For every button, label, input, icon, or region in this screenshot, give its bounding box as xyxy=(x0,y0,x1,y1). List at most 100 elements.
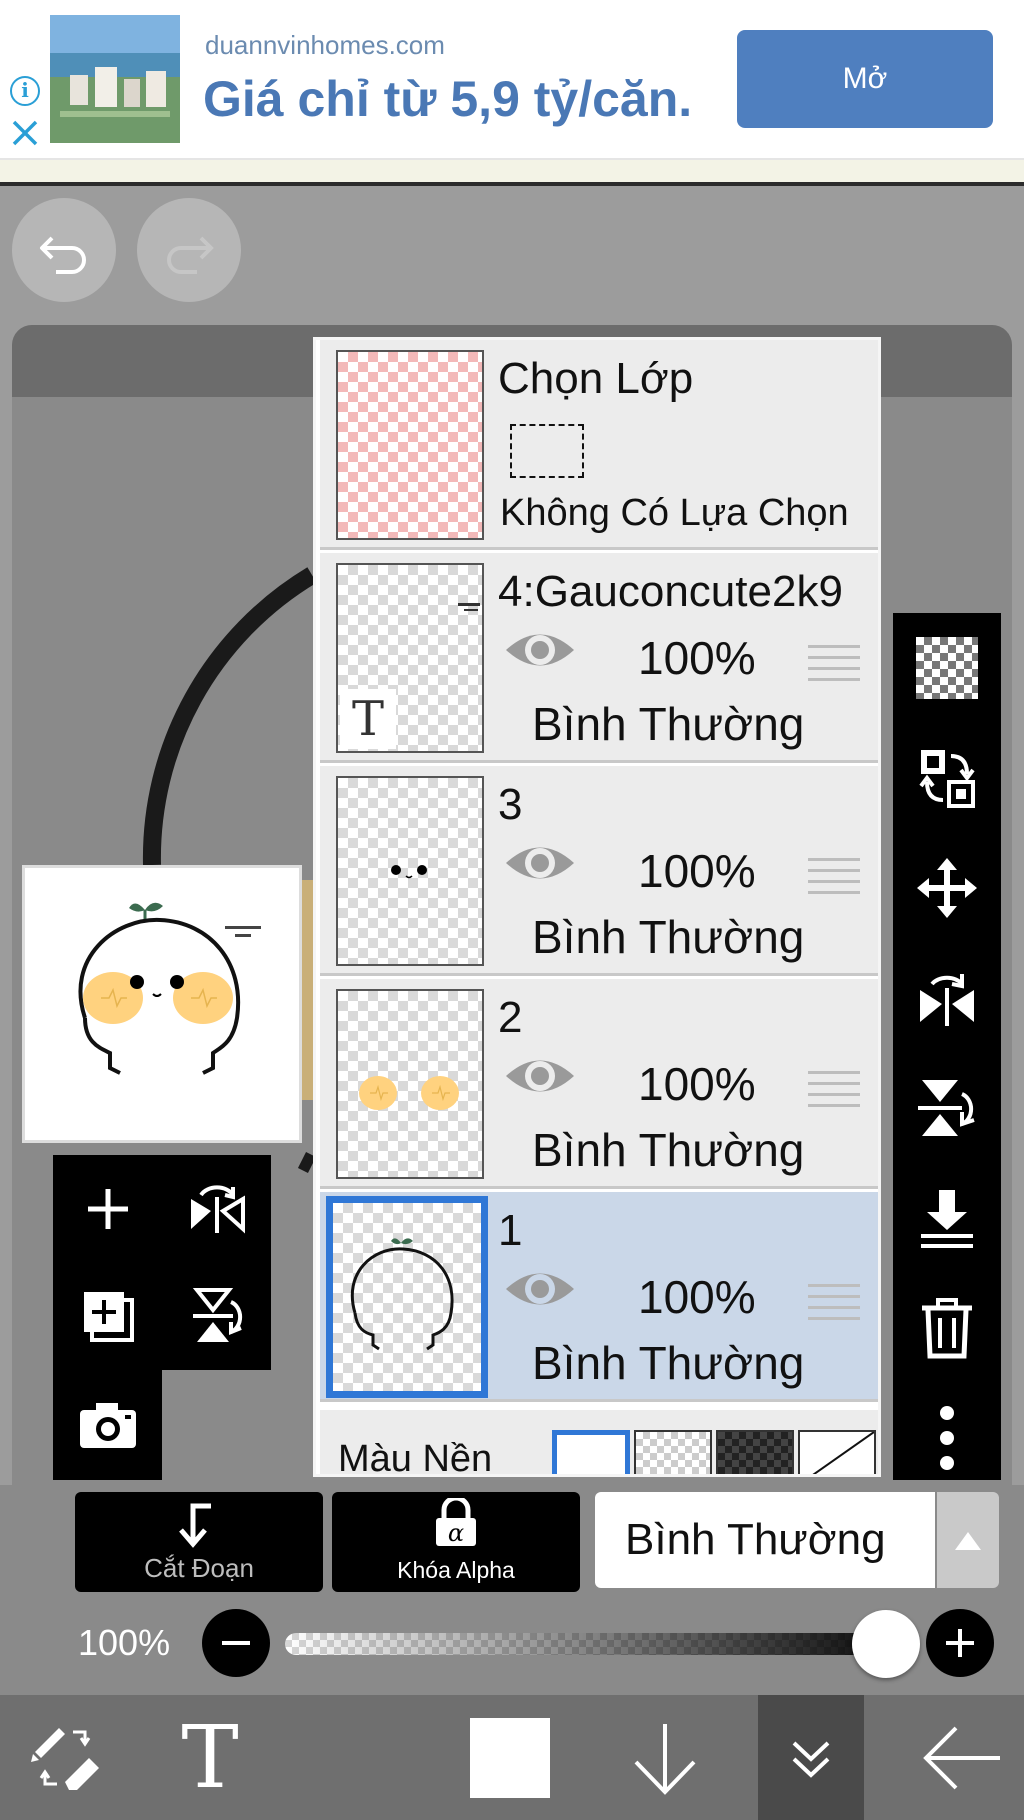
outline-preview xyxy=(350,1238,454,1351)
redo-button[interactable] xyxy=(137,198,241,302)
camera-button[interactable] xyxy=(53,1370,162,1480)
minus-icon xyxy=(222,1641,250,1645)
ad-headline[interactable]: Giá chỉ từ 5,9 tỷ/căn. xyxy=(203,70,738,128)
swap-layer-button[interactable] xyxy=(893,723,1001,833)
selection-layer-row[interactable]: Chọn Lớp Không Có Lựa Chọn xyxy=(320,340,878,550)
layer-thumbnail xyxy=(326,1196,488,1398)
layer-down-button[interactable] xyxy=(610,1695,720,1820)
left-toolbar-camera xyxy=(53,1370,162,1480)
layer-row-3[interactable]: 3 100% Bình Thường xyxy=(320,766,878,976)
layer-opacity: 100% xyxy=(638,1058,756,1110)
opacity-decrease-button[interactable] xyxy=(202,1609,270,1677)
left-toolbar xyxy=(53,1155,271,1370)
checker-icon xyxy=(916,637,978,699)
layer-row-4[interactable]: T 4:Gauconcute2k9 100% Bình Thường xyxy=(320,553,878,763)
eye-icon[interactable] xyxy=(502,838,578,888)
ad-close-icon[interactable] xyxy=(10,118,40,148)
layer-name: 2 xyxy=(498,993,523,1042)
eye-icon[interactable] xyxy=(502,1264,578,1314)
bg-swatch-transparent[interactable] xyxy=(634,1430,712,1474)
plus-icon xyxy=(946,1629,974,1657)
ad-divider xyxy=(0,182,1024,186)
flip-horizontal-right-button[interactable] xyxy=(893,943,1001,1053)
layer-opacity: 100% xyxy=(638,1271,756,1323)
ad-open-button[interactable]: Mở xyxy=(737,30,993,128)
flip-horizontal-icon xyxy=(190,1184,245,1233)
move-button[interactable] xyxy=(893,833,1001,943)
add-copy-icon xyxy=(83,1291,134,1342)
layer-blend-mode: Bình Thường xyxy=(532,911,805,963)
current-color-swatch xyxy=(470,1717,550,1798)
layer-thumbnail xyxy=(336,776,484,966)
trash-icon xyxy=(922,1298,972,1359)
arrow-down-icon xyxy=(634,1723,696,1795)
layer-name: 1 xyxy=(498,1206,523,1255)
ad-body[interactable]: i duannvinhomes.com Giá chỉ từ 5,9 tỷ/că… xyxy=(0,0,1024,160)
flip-vertical-icon xyxy=(918,1080,975,1136)
selection-title: Chọn Lớp xyxy=(498,354,694,403)
layer-name: 4:Gauconcute2k9 xyxy=(498,567,843,616)
opacity-increase-button[interactable] xyxy=(926,1609,994,1677)
ad-banner[interactable]: i duannvinhomes.com Giá chỉ từ 5,9 tỷ/că… xyxy=(0,0,1024,186)
merge-down-button[interactable] xyxy=(893,1163,1001,1273)
move-icon xyxy=(917,858,977,918)
blend-mode-select[interactable]: Bình Thường xyxy=(595,1492,935,1588)
drag-handle-icon[interactable] xyxy=(808,858,860,902)
brush-eraser-button[interactable] xyxy=(0,1695,130,1820)
text-tool-button[interactable]: T xyxy=(150,1695,270,1820)
background-color-row: Màu Nền xyxy=(320,1410,878,1477)
back-button[interactable] xyxy=(900,1695,1024,1820)
layer-name: 3 xyxy=(498,780,523,829)
add-layer-button[interactable] xyxy=(53,1155,162,1262)
right-toolbar xyxy=(893,613,1001,1480)
ad-domain[interactable]: duannvinhomes.com xyxy=(205,30,445,61)
bottom-navigation: T xyxy=(0,1695,1024,1820)
layers-panel-toggle[interactable] xyxy=(758,1695,864,1820)
text-layer-icon: T xyxy=(340,689,396,749)
flip-horizontal-button[interactable] xyxy=(162,1155,271,1262)
bg-swatch-white[interactable] xyxy=(552,1430,630,1474)
transparency-button[interactable] xyxy=(893,613,1001,723)
plus-icon xyxy=(87,1188,128,1229)
cheeks-preview xyxy=(359,1076,459,1110)
flip-vertical-button[interactable] xyxy=(162,1262,271,1369)
ad-info-icon[interactable]: i xyxy=(10,76,40,106)
color-swatch-button[interactable] xyxy=(450,1695,570,1820)
drag-handle-icon[interactable] xyxy=(808,645,860,689)
opacity-slider-knob[interactable] xyxy=(852,1610,920,1678)
opacity-slider[interactable] xyxy=(285,1633,885,1655)
undo-button[interactable] xyxy=(12,198,116,302)
delete-layer-button[interactable] xyxy=(893,1273,1001,1383)
double-chevron-down-icon xyxy=(792,1741,830,1778)
redo-icon xyxy=(167,236,214,274)
layer-row-2[interactable]: 2 100% Bình Thường xyxy=(320,979,878,1189)
bg-swatch-dark[interactable] xyxy=(716,1430,794,1474)
more-options-button[interactable] xyxy=(893,1383,1001,1493)
layer-row-1[interactable]: 1 100% Bình Thường xyxy=(320,1192,878,1402)
drag-handle-icon[interactable] xyxy=(808,1071,860,1115)
layer-thumbnail xyxy=(336,989,484,1179)
text-preview xyxy=(458,603,480,606)
selection-thumbnail xyxy=(336,350,484,540)
text-preview xyxy=(464,609,478,611)
flip-horizontal-icon xyxy=(920,974,974,1026)
undo-icon xyxy=(40,236,86,274)
canvas-preview[interactable] xyxy=(22,865,302,1143)
ad-image[interactable] xyxy=(50,15,180,143)
flip-vertical-right-button[interactable] xyxy=(893,1053,1001,1163)
eye-icon[interactable] xyxy=(502,625,578,675)
clipping-button[interactable]: Cắt Đoạn xyxy=(75,1492,323,1592)
clipping-icon xyxy=(179,1503,211,1548)
brush-eraser-icon xyxy=(31,1727,99,1790)
triangle-up-icon xyxy=(955,1532,981,1550)
bg-swatch-none[interactable] xyxy=(798,1430,876,1477)
opacity-label: 100% xyxy=(78,1622,171,1663)
alpha-lock-button[interactable]: α Khóa Alpha xyxy=(332,1492,580,1592)
duplicate-layer-button[interactable] xyxy=(53,1262,162,1369)
blend-mode-dropdown[interactable] xyxy=(937,1492,999,1588)
eye-icon[interactable] xyxy=(502,1051,578,1101)
drag-handle-icon[interactable] xyxy=(808,1284,860,1328)
text-tool-icon: T xyxy=(181,1707,239,1808)
selection-status: Không Có Lựa Chọn xyxy=(500,492,849,534)
background-label: Màu Nền xyxy=(338,1438,493,1477)
